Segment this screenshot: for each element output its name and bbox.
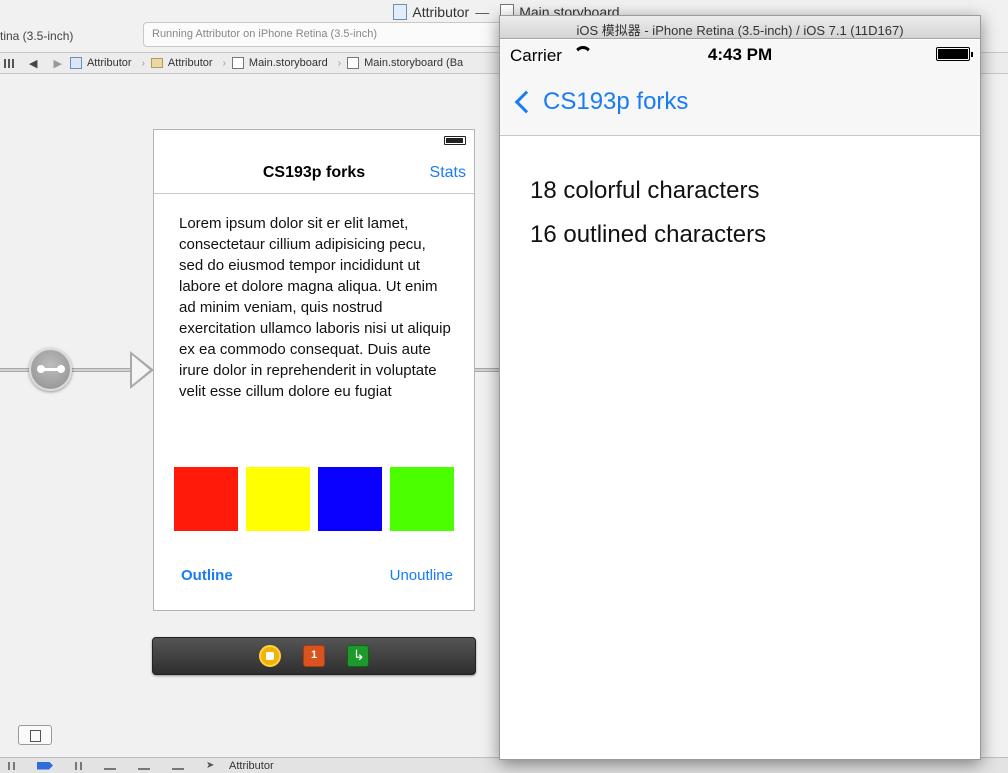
- step-over-icon[interactable]: [104, 762, 116, 770]
- back-arrow-icon[interactable]: ◀: [29, 57, 37, 70]
- back-button[interactable]: CS193p forks: [512, 88, 688, 116]
- status-time: 4:43 PM: [707, 45, 773, 64]
- activity-viewer: Running Attributor on iPhone Retina (3.5…: [143, 22, 503, 47]
- chevron-right-icon: ›: [337, 57, 342, 69]
- colorful-characters-label: 18 colorful characters: [530, 177, 760, 204]
- storyboard-file-icon: [347, 57, 360, 69]
- ios-simulator-window: iOS 模拟器 - iPhone Retina (3.5-inch) / iOS…: [499, 15, 981, 760]
- jumpbar-item-project[interactable]: Attributor: [69, 57, 132, 69]
- window-title-project: Attributor: [412, 4, 470, 20]
- blue-color-button[interactable]: [318, 467, 382, 531]
- green-color-button[interactable]: [390, 467, 454, 531]
- step-into-icon[interactable]: [138, 762, 150, 770]
- jumpbar-item-localization[interactable]: Main.storyboard (Ba: [347, 57, 463, 69]
- document-outline-toggle-button[interactable]: [18, 725, 52, 745]
- battery-icon: [936, 47, 973, 61]
- forward-arrow-icon[interactable]: ▶: [53, 57, 61, 70]
- step-out-icon[interactable]: [172, 762, 184, 770]
- nav-title: CS193p forks: [262, 164, 366, 181]
- folder-icon: [150, 58, 163, 68]
- segue-icon[interactable]: [29, 348, 72, 391]
- window-title-separator: —: [475, 4, 490, 20]
- simulator-title: iOS 模拟器 - iPhone Retina (3.5-inch) / iOS…: [500, 16, 980, 39]
- debug-target-label[interactable]: Attributor: [229, 760, 274, 772]
- location-icon[interactable]: ➤: [206, 760, 218, 770]
- jumpbar-item-file[interactable]: Main.storyboard: [231, 57, 328, 69]
- outline-button[interactable]: Outline: [181, 567, 233, 584]
- chevron-left-icon: [514, 90, 538, 114]
- exit-icon[interactable]: [347, 645, 369, 667]
- hide-debug-area-icon[interactable]: [8, 761, 15, 770]
- storyboard-file-icon: [231, 57, 244, 69]
- project-icon: [69, 57, 82, 69]
- chevron-right-icon: ›: [222, 57, 226, 69]
- breakpoints-toggle-icon[interactable]: [37, 761, 53, 770]
- view-controller-icon[interactable]: [259, 645, 281, 667]
- red-color-button[interactable]: [174, 467, 238, 531]
- yellow-color-button[interactable]: [246, 467, 310, 531]
- navigation-bar: CS193p forks: [500, 70, 980, 136]
- chevron-right-icon: ›: [141, 57, 145, 69]
- back-button-label: CS193p forks: [543, 88, 689, 115]
- unoutline-button[interactable]: Unoutline: [390, 567, 453, 584]
- scene-dock: [152, 637, 476, 675]
- pause-icon[interactable]: [75, 761, 82, 770]
- battery-icon: [444, 136, 466, 145]
- jumpbar-item-group[interactable]: Attributor: [150, 57, 213, 69]
- outlined-characters-label: 16 outlined characters: [530, 221, 767, 248]
- first-responder-icon[interactable]: [303, 645, 325, 667]
- stats-bar-button[interactable]: Stats: [430, 164, 466, 182]
- body-text-view[interactable]: Lorem ipsum dolor sit er elit lamet, con…: [179, 213, 454, 402]
- scheme-selector[interactable]: tina (3.5-inch): [0, 24, 140, 46]
- status-bar: Carrier 4:43 PM: [500, 40, 980, 70]
- view-controller-scene[interactable]: CS193p forks Stats Lorem ipsum dolor sit…: [153, 129, 475, 611]
- related-items-icon[interactable]: [4, 58, 16, 68]
- navigation-bar[interactable]: CS193p forks Stats: [154, 152, 474, 194]
- project-icon: [393, 4, 408, 20]
